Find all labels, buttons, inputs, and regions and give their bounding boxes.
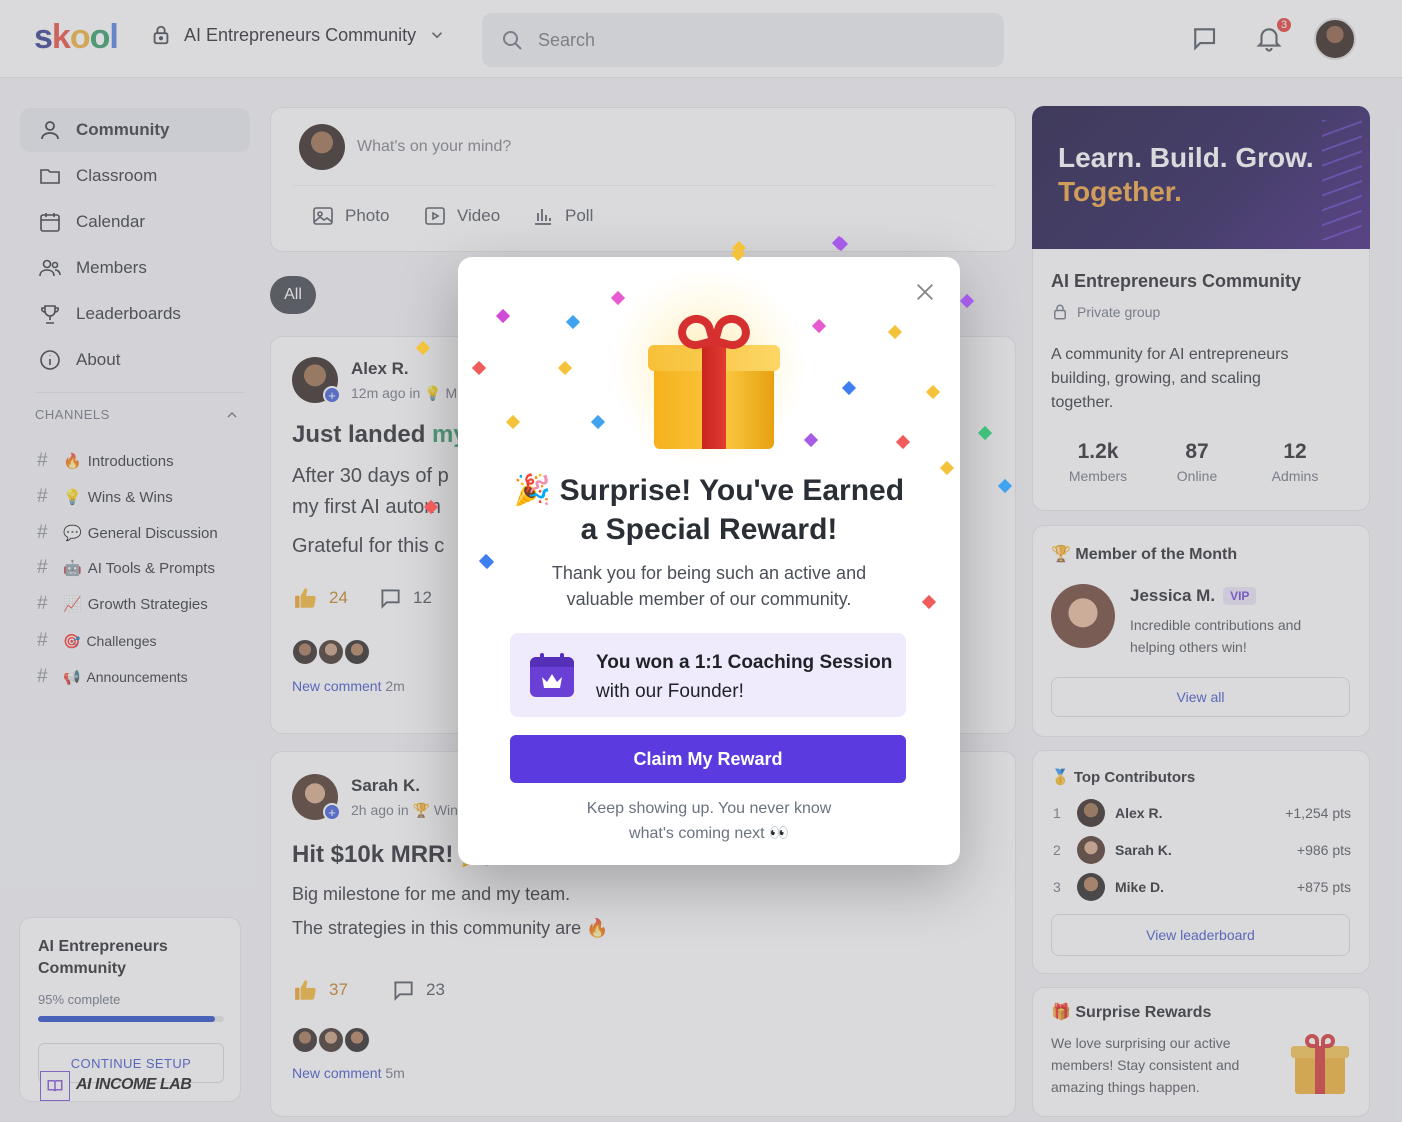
modal-footer: Keep showing up. You never know what's c… (458, 796, 960, 846)
calendar-crown-icon (530, 653, 574, 697)
confetti-piece (895, 434, 911, 450)
reward-modal: 🎉 Surprise! You've Earned a Special Rewa… (458, 236, 960, 865)
confetti-piece (610, 290, 626, 306)
modal-title-line2: a Special Reward! (580, 513, 838, 546)
confetti-piece (495, 308, 511, 324)
reward-text: You won a 1:1 Coaching Session with our … (596, 648, 892, 706)
modal-body: Thank you for being such an active and v… (458, 560, 960, 612)
confetti-piece (811, 318, 827, 334)
reward-box: You won a 1:1 Coaching Session with our … (510, 633, 906, 717)
modal-body-line2: valuable member of our community. (566, 589, 852, 609)
confetti-piece (471, 360, 487, 376)
confetti-piece (925, 384, 941, 400)
modal-body-line1: Thank you for being such an active and (551, 563, 867, 583)
gift-box-icon (648, 310, 780, 455)
confetti-piece (505, 414, 521, 430)
modal-footer-line1: Keep showing up. You never know (586, 800, 832, 817)
confetti-piece (841, 380, 857, 396)
confetti-piece (565, 314, 581, 330)
confetti-piece (803, 432, 819, 448)
confetti-piece (557, 360, 573, 376)
modal-title-line1: 🎉 Surprise! You've Earned (513, 474, 905, 507)
reward-line1: You won a 1:1 Coaching Session (596, 652, 893, 673)
modal-title: 🎉 Surprise! You've Earned a Special Rewa… (458, 471, 960, 549)
close-button[interactable] (914, 281, 936, 303)
close-icon (917, 284, 933, 300)
claim-reward-button[interactable]: Claim My Reward (510, 735, 906, 783)
confetti-piece (590, 414, 606, 430)
confetti-piece (887, 324, 903, 340)
reward-line2: with our Founder! (596, 681, 744, 702)
modal-footer-line2: what's coming next 👀 (629, 825, 789, 842)
